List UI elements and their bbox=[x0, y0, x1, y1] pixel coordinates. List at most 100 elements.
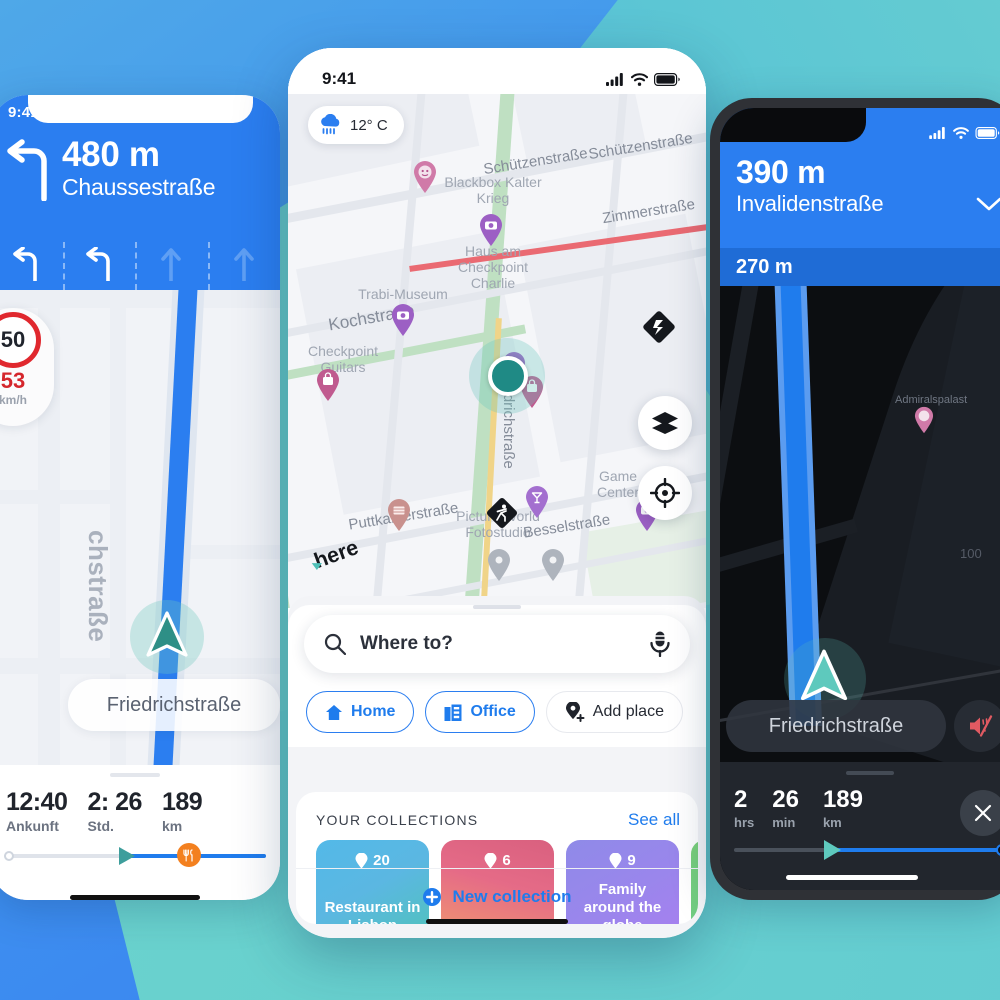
home-indicator bbox=[70, 895, 200, 900]
left-maneuver-street: Chaussestraße bbox=[62, 173, 216, 200]
sheet-grab-handle[interactable] bbox=[473, 605, 521, 609]
trip-stat-minutes: 26 min bbox=[772, 787, 799, 830]
left-maneuver-distance: 480 m bbox=[62, 135, 160, 174]
cellular-icon bbox=[929, 127, 945, 139]
route-progress-bar[interactable] bbox=[4, 843, 266, 868]
pin-icon bbox=[355, 852, 368, 868]
pin-icon bbox=[609, 852, 622, 868]
theater-pin-icon[interactable] bbox=[412, 160, 438, 194]
home-icon bbox=[326, 704, 342, 720]
mute-button[interactable] bbox=[954, 700, 1000, 752]
trip-stat-arrival: 12:40 Ankunft bbox=[6, 789, 68, 835]
weather-chip[interactable]: 12° C bbox=[308, 106, 404, 144]
generic-pin-icon[interactable] bbox=[540, 548, 566, 582]
plus-circle-icon bbox=[423, 887, 442, 906]
center-status-time: 9:41 bbox=[322, 69, 357, 88]
trip-stat-label: min bbox=[772, 815, 796, 831]
search-icon bbox=[324, 633, 346, 655]
map-road bbox=[0, 490, 110, 504]
museum-pin-icon[interactable] bbox=[390, 303, 416, 337]
right-phone-navigation-dark: 390 m Invalidenstraße 270 m Admiralspala… bbox=[710, 98, 1000, 900]
fork-knife-glyph bbox=[183, 849, 194, 862]
crosshair-icon bbox=[650, 478, 680, 508]
map-place-label: Checkpoint Guitars bbox=[307, 343, 379, 376]
search-section: Where to? Home Office Add place bbox=[288, 605, 706, 747]
battery-icon bbox=[975, 127, 1000, 139]
progress-destination-dot bbox=[996, 844, 1000, 856]
trip-stat-duration: 2: 26 Std. bbox=[87, 789, 142, 835]
collections-header: YOUR COLLECTIONS See all bbox=[296, 792, 698, 840]
current-street-pill: Friedrichstraße bbox=[726, 700, 946, 752]
collection-count: 6 bbox=[449, 852, 546, 869]
new-collection-label: New collection bbox=[452, 886, 572, 906]
new-collection-button[interactable]: New collection bbox=[296, 868, 698, 924]
left-trip-panel[interactable]: 12:40 Ankunft 2: 26 Std. 189 km bbox=[0, 773, 280, 900]
volume-muted-icon bbox=[970, 715, 993, 737]
trip-stat-value: 189 bbox=[822, 786, 863, 813]
lane-straight-arrow-icon bbox=[233, 248, 254, 281]
collection-count: 20 bbox=[324, 852, 421, 869]
search-input[interactable]: Where to? bbox=[304, 615, 690, 673]
center-status-icons bbox=[606, 72, 680, 86]
location-puck bbox=[488, 356, 528, 396]
collection-count: 9 bbox=[574, 852, 671, 869]
progress-position-marker bbox=[119, 847, 136, 866]
right-trip-stats: 2 hrs 26 min 189 km bbox=[720, 775, 1000, 830]
see-all-link[interactable]: See all bbox=[628, 810, 680, 830]
layers-icon bbox=[652, 412, 678, 434]
traffic-incident-marker[interactable] bbox=[640, 308, 678, 346]
map-layers-button[interactable] bbox=[638, 396, 692, 450]
right-next-maneuver: 270 m bbox=[720, 248, 1000, 286]
left-trip-stats: 12:40 Ankunft 2: 26 Std. 189 km bbox=[0, 777, 280, 835]
close-icon bbox=[974, 804, 992, 822]
left-maneuver-panel: 9:41 480 m Chaussestraße bbox=[0, 95, 280, 290]
center-bottom-sheet[interactable]: Where to? Home Office Add place YOUR COL… bbox=[288, 596, 706, 938]
add-place-icon bbox=[565, 702, 585, 722]
chevron-down-icon[interactable] bbox=[976, 196, 1000, 212]
restaurant-icon[interactable] bbox=[176, 843, 201, 868]
chip-office[interactable]: Office bbox=[425, 691, 535, 733]
recenter-button[interactable] bbox=[638, 466, 692, 520]
shop-pin-icon[interactable] bbox=[315, 368, 341, 402]
map-label-dark: 100 bbox=[960, 546, 982, 561]
location-puck-arrow bbox=[146, 611, 188, 657]
theater-pin-icon[interactable] bbox=[913, 406, 935, 434]
left-maneuver-row: 480 m Chaussestraße bbox=[0, 129, 280, 201]
center-phone-explore: Blackbox Kalter Krieg Haus am Checkpoint… bbox=[288, 48, 706, 938]
lane-left-1 bbox=[0, 238, 63, 290]
map-road bbox=[185, 545, 280, 559]
right-phone-notch bbox=[720, 108, 866, 142]
lane-left-arrow-icon bbox=[85, 247, 110, 281]
progress-fill bbox=[837, 848, 1000, 852]
close-button[interactable] bbox=[960, 790, 1000, 836]
collection-count-value: 20 bbox=[373, 852, 390, 869]
roadwork-marker[interactable] bbox=[484, 495, 520, 531]
cellular-icon bbox=[606, 72, 623, 86]
speed-indicator: 50 53 km/h bbox=[0, 308, 54, 426]
monument-pin-icon[interactable] bbox=[386, 498, 412, 532]
quick-access-chips: Home Office Add place bbox=[288, 673, 706, 733]
bar-pin-icon[interactable] bbox=[524, 485, 550, 519]
right-maneuver-distance: 390 m bbox=[736, 154, 826, 190]
home-indicator bbox=[426, 919, 568, 924]
lane-straight-2 bbox=[207, 238, 281, 290]
chip-add-place[interactable]: Add place bbox=[545, 691, 683, 733]
trip-stat-label: Std. bbox=[87, 818, 114, 835]
trip-stat-label: km bbox=[822, 815, 842, 831]
chip-home[interactable]: Home bbox=[306, 691, 415, 733]
collections-panel: YOUR COLLECTIONS See all 20 Restaurant i… bbox=[296, 792, 698, 924]
generic-pin-icon[interactable] bbox=[486, 548, 512, 582]
center-status-bar: 9:41 bbox=[288, 48, 706, 100]
pin-icon bbox=[484, 852, 497, 868]
lane-left-2 bbox=[62, 238, 136, 290]
left-map[interactable]: chstraße 50 53 km/h Friedrichstraße bbox=[0, 290, 280, 765]
microphone-icon[interactable] bbox=[650, 631, 670, 657]
trip-stat-value: 2 bbox=[734, 786, 748, 813]
right-trip-panel[interactable]: 2 hrs 26 min 189 km bbox=[720, 762, 1000, 890]
weather-temperature: 12° C bbox=[350, 116, 388, 134]
map-place-label: Blackbox Kalter Krieg bbox=[444, 174, 542, 207]
museum-pin-icon[interactable] bbox=[478, 213, 504, 247]
trip-stat-hours: 2 hrs bbox=[734, 787, 754, 830]
route-progress-bar[interactable] bbox=[734, 840, 1000, 860]
battery-icon bbox=[654, 72, 680, 86]
